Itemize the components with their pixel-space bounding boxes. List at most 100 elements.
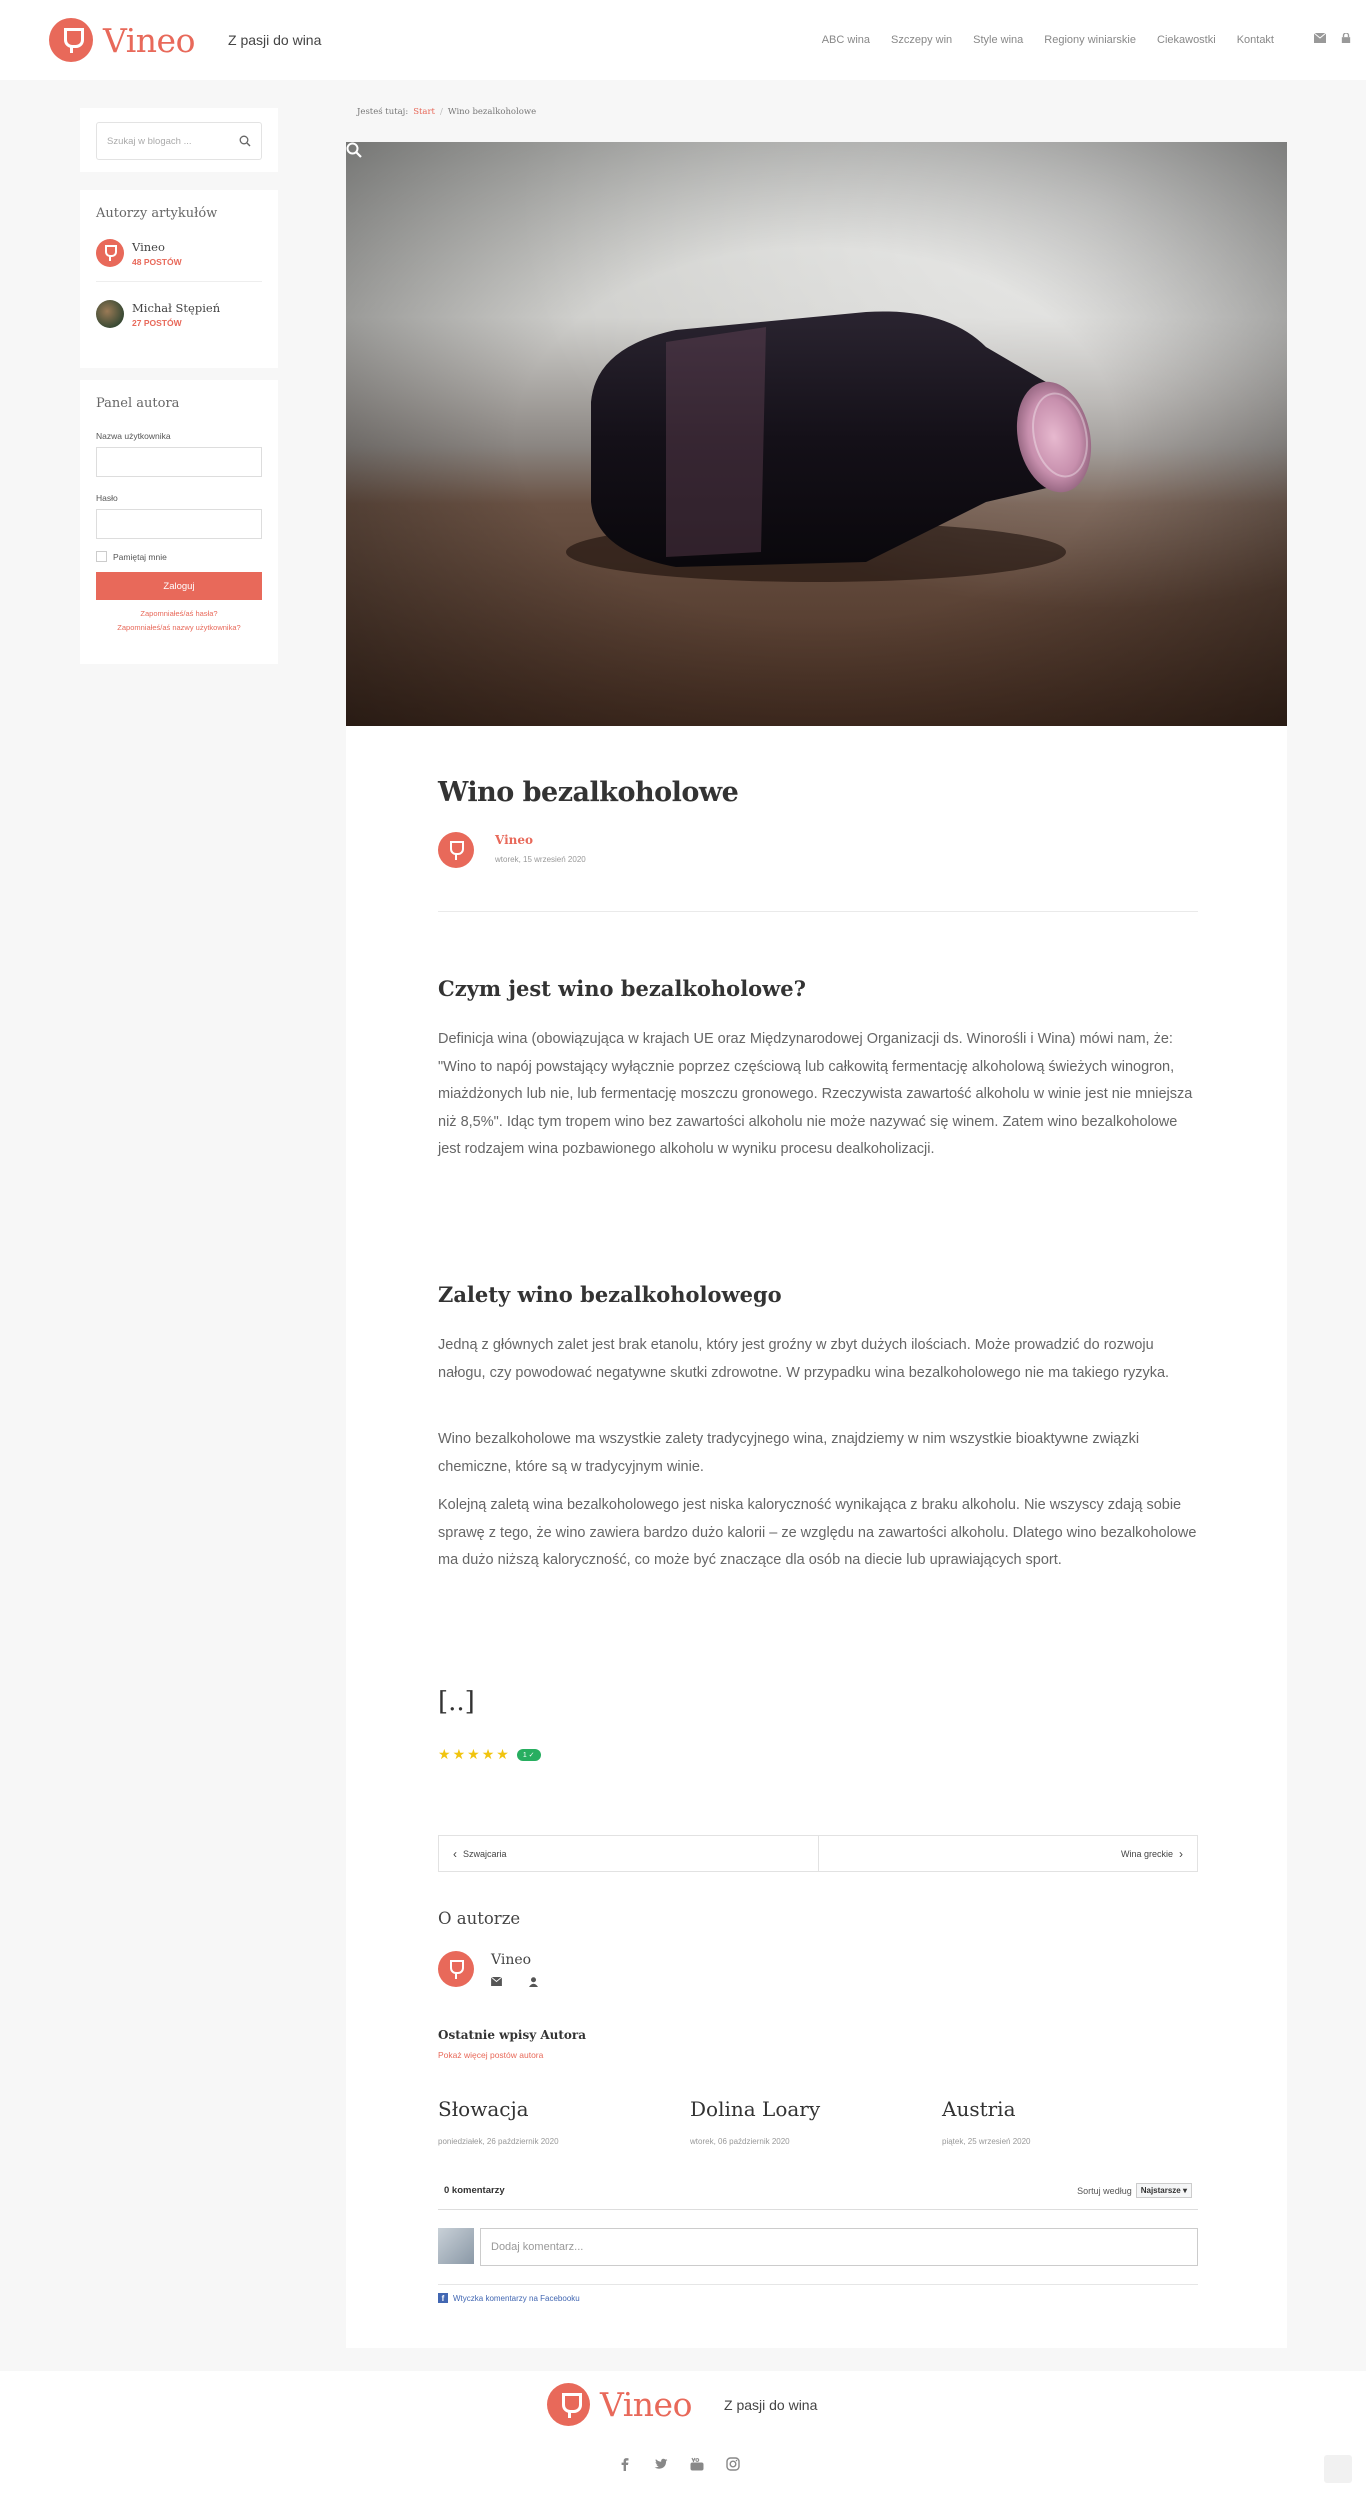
- avatar[interactable]: [438, 1951, 474, 1987]
- latest-posts-title: Ostatnie wpisy Autora: [438, 2028, 587, 2042]
- nav-item-kontakt[interactable]: Kontakt: [1237, 34, 1274, 46]
- author-name[interactable]: Michał Stępień: [132, 301, 220, 315]
- nav-item-regiony-winiarskie[interactable]: Regiony winiarskie: [1044, 34, 1136, 46]
- back-to-top-button[interactable]: [1324, 2455, 1352, 2483]
- star-icon[interactable]: ★: [467, 1746, 480, 1763]
- author-item[interactable]: Michał Stępień 27 POSTÓW: [96, 300, 262, 328]
- forgot-password-link[interactable]: Zapomniałeś/aś hasła?: [96, 609, 262, 618]
- twitter-icon[interactable]: [654, 2457, 668, 2471]
- read-more-ellipsis: [..]: [438, 1687, 475, 1717]
- breadcrumb-home-link[interactable]: Start: [413, 107, 435, 117]
- envelope-icon[interactable]: [491, 1977, 502, 1986]
- footer-logo[interactable]: Vineo: [547, 2383, 692, 2426]
- next-post-title: Wina greckie: [1120, 1848, 1173, 1859]
- footer-brand: Vineo: [600, 2385, 692, 2424]
- article-card: Wino bezalkoholowe Vineo wtorek, 15 wrze…: [346, 142, 1287, 2348]
- breadcrumb-prefix: Jesteś tutaj:: [357, 107, 409, 117]
- chevron-right-icon: ›: [1179, 1846, 1183, 1861]
- facebook-plugin-label: Wtyczka komentarzy na Facebooku: [453, 2293, 580, 2303]
- instagram-icon[interactable]: [726, 2457, 740, 2471]
- main-nav: ABC wina Szczepy win Style wina Regiony …: [822, 34, 1274, 46]
- prev-post-link[interactable]: ‹ Szwajcaria: [439, 1836, 818, 1871]
- post-pagination: ‹ Szwajcaria Wina greckie ›: [438, 1835, 1198, 1872]
- facebook-plugin-link[interactable]: f Wtyczka komentarzy na Facebooku: [438, 2293, 1198, 2303]
- username-field[interactable]: [96, 447, 262, 477]
- article-date: wtorek, 15 wrzesień 2020: [495, 855, 586, 864]
- latest-post-item[interactable]: Dolina Loary wtorek, 06 październik 2020: [690, 2097, 920, 2146]
- star-icon[interactable]: ★: [482, 1746, 495, 1763]
- article-title: Wino bezalkoholowe: [438, 777, 739, 808]
- zoom-icon[interactable]: [346, 142, 362, 158]
- next-post-link[interactable]: Wina greckie ›: [817, 1836, 1198, 1871]
- avatar[interactable]: [438, 832, 474, 868]
- nav-item-style-wina[interactable]: Style wina: [973, 34, 1023, 46]
- facebook-icon: f: [438, 2293, 448, 2303]
- commenter-avatar: [438, 2228, 474, 2264]
- star-icon[interactable]: ★: [453, 1746, 466, 1763]
- envelope-icon[interactable]: [1314, 33, 1326, 43]
- divider: [96, 281, 262, 282]
- search-input[interactable]: Szukaj w blogach ...: [96, 122, 262, 160]
- hero-image[interactable]: [346, 142, 1287, 726]
- paragraph: Wino bezalkoholowe ma wszystkie zalety t…: [438, 1431, 1140, 1475]
- footer-tagline: Z pasji do wina: [724, 2397, 818, 2413]
- password-label: Hasło: [96, 493, 118, 503]
- more-posts-link[interactable]: Pokaż więcej postów autora: [438, 2050, 543, 2060]
- star-icon[interactable]: ★: [496, 1746, 509, 1763]
- wine-glass-logo-icon: [547, 2383, 590, 2426]
- author-post-count: 48 POSTÓW: [132, 256, 182, 267]
- sort-value: Najstarsze: [1140, 2186, 1181, 2195]
- star-rating[interactable]: ★ ★ ★ ★ ★ 1 ✓: [438, 1746, 541, 1763]
- login-button[interactable]: Zaloguj: [96, 572, 262, 600]
- remember-checkbox[interactable]: [96, 551, 107, 562]
- latest-post-item[interactable]: Słowacja poniedziałek, 26 październik 20…: [438, 2097, 668, 2146]
- forgot-username-link[interactable]: Zapomniałeś/aś nazwy użytkownika?: [96, 623, 262, 632]
- author-contact-icons: [491, 1977, 538, 1987]
- remember-label: Pamiętaj mnie: [113, 551, 167, 562]
- divider: [438, 2209, 1198, 2210]
- section-heading: Czym jest wino bezalkoholowe?: [438, 976, 806, 1001]
- site-logo[interactable]: Vineo: [49, 18, 195, 62]
- sort-select[interactable]: Najstarsze ▾: [1135, 2183, 1192, 2198]
- author-item[interactable]: Vineo 48 POSTÓW: [96, 239, 262, 267]
- breadcrumb-current: Wino bezalkoholowe: [447, 107, 537, 117]
- paragraph: Definicja wina (obowiązująca w krajach U…: [438, 1031, 1193, 1157]
- nav-item-szczepy-win[interactable]: Szczepy win: [891, 34, 952, 46]
- nav-item-abc-wina[interactable]: ABC wina: [822, 34, 870, 46]
- facebook-icon[interactable]: [618, 2457, 632, 2471]
- paragraph: Jedną z głównych zalet jest brak etanolu…: [438, 1337, 1170, 1381]
- sort-label: Sortuj według: [1077, 2185, 1132, 2196]
- authors-title: Autorzy artykułów: [96, 206, 218, 221]
- latest-post-title[interactable]: Słowacja: [438, 2097, 668, 2121]
- latest-post-date: piątek, 25 wrzesień 2020: [942, 2137, 1031, 2146]
- paragraph: Kolejną zaletą wina bezalkoholowego jest…: [438, 1497, 1197, 1568]
- facebook-comments: 0 komentarzy Sortuj według Najstarsze ▾ …: [438, 2183, 1198, 2303]
- password-field[interactable]: [96, 509, 262, 539]
- vote-count-badge: 1 ✓: [516, 1748, 541, 1761]
- login-title: Panel autora: [96, 396, 180, 411]
- lock-icon[interactable]: [1340, 33, 1352, 43]
- latest-post-item[interactable]: Austria piątek, 25 wrzesień 2020: [942, 2097, 1172, 2146]
- search-icon[interactable]: [239, 135, 251, 147]
- social-links: [618, 2457, 740, 2471]
- section-heading: Zalety wino bezalkoholowego: [438, 1282, 782, 1307]
- wine-glass-logo-icon: [49, 18, 93, 62]
- latest-post-date: wtorek, 06 październik 2020: [690, 2137, 790, 2146]
- author-name[interactable]: Vineo: [132, 240, 182, 254]
- star-icon[interactable]: ★: [438, 1746, 451, 1763]
- article-author-link[interactable]: Vineo: [495, 833, 533, 847]
- chevron-left-icon: ‹: [453, 1846, 457, 1861]
- remember-me[interactable]: Pamiętaj mnie: [96, 551, 262, 562]
- username-label: Nazwa użytkownika: [96, 431, 171, 441]
- nav-item-ciekawostki[interactable]: Ciekawostki: [1157, 34, 1216, 46]
- latest-post-title[interactable]: Austria: [942, 2097, 1172, 2121]
- author-post-count: 27 POSTÓW: [132, 317, 182, 328]
- site-footer: Vineo Z pasji do wina: [0, 2371, 1366, 2495]
- about-author-name[interactable]: Vineo: [491, 1952, 531, 1968]
- comment-input[interactable]: Dodaj komentarz...: [480, 2228, 1198, 2266]
- user-icon[interactable]: [529, 1977, 538, 1987]
- about-author-title: O autorze: [438, 1909, 521, 1928]
- search-widget: Szukaj w blogach ...: [80, 108, 278, 172]
- youtube-icon[interactable]: [690, 2457, 704, 2471]
- latest-post-title[interactable]: Dolina Loary: [690, 2097, 920, 2121]
